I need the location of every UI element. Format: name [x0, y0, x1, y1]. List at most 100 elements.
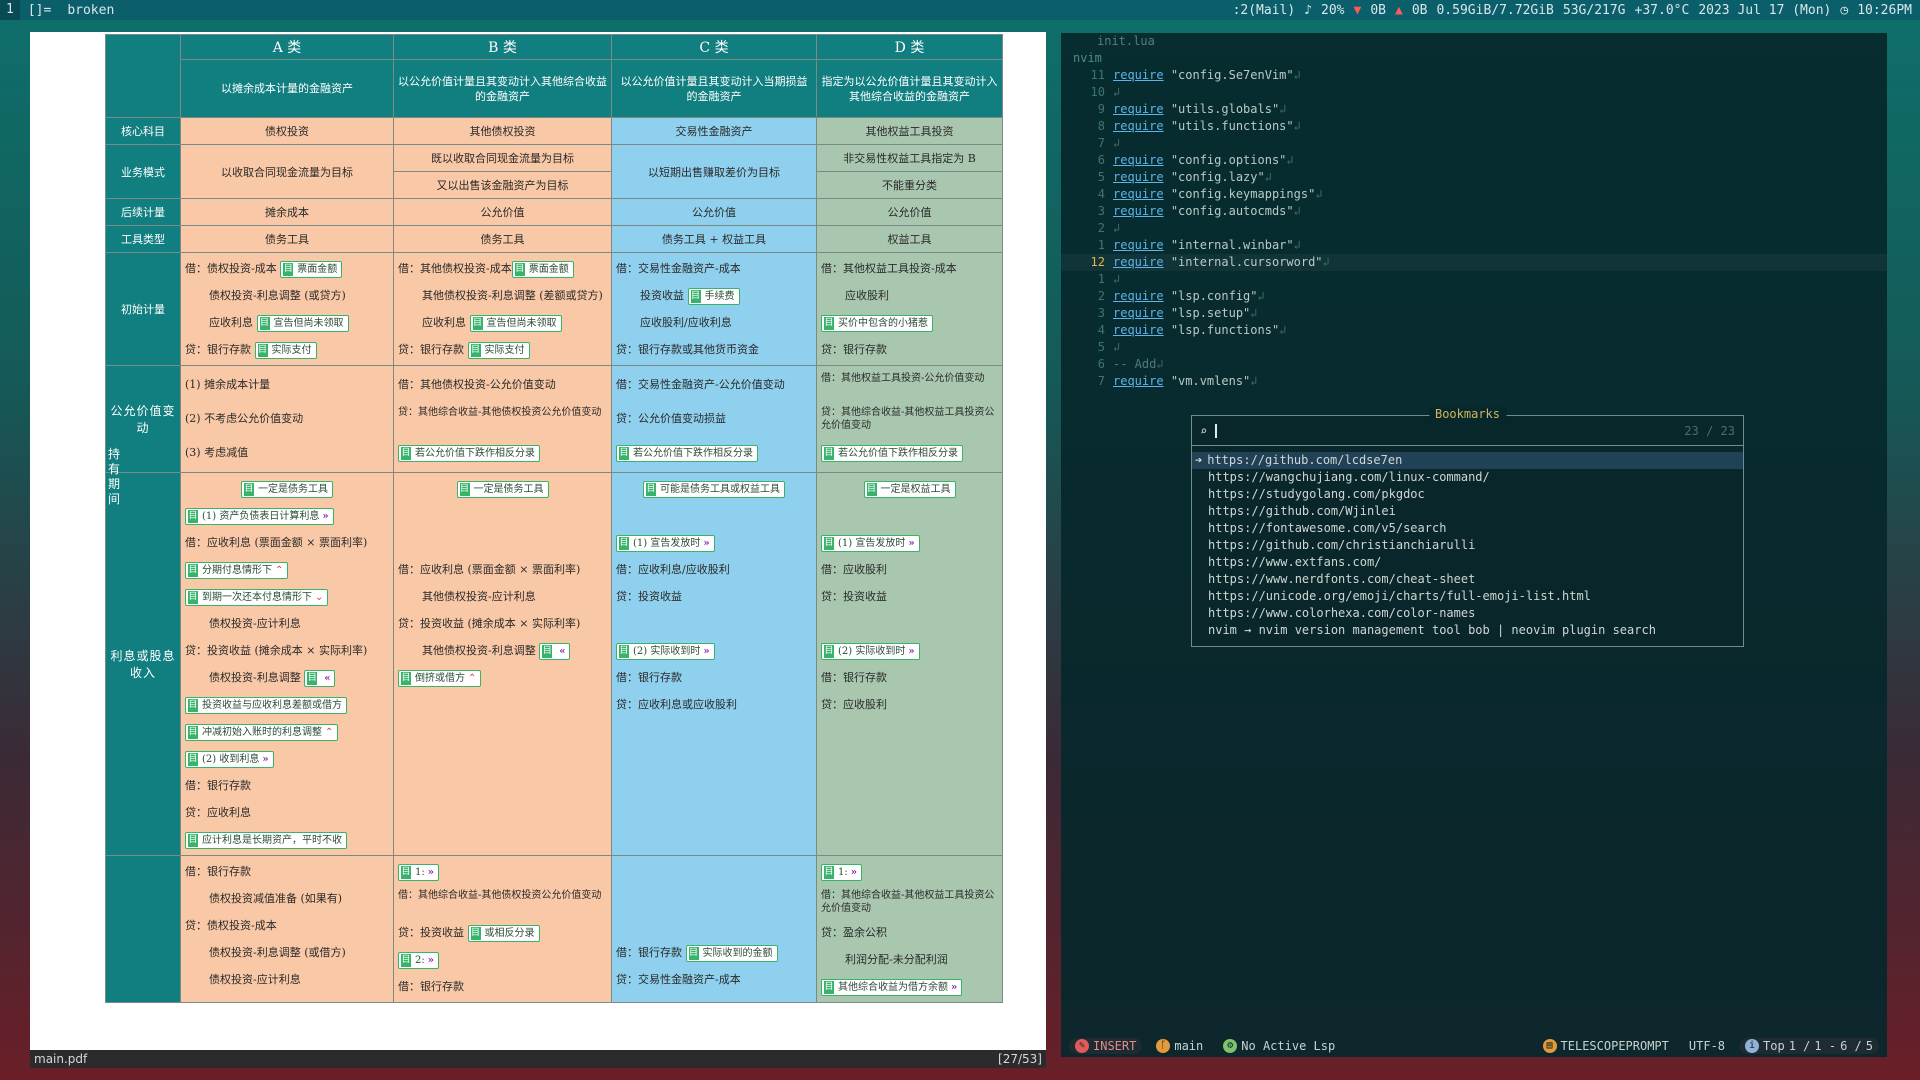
- selection-arrow-icon: ➔: [1195, 453, 1203, 467]
- note-tag: 目票面金额: [511, 260, 574, 278]
- bookmark-item[interactable]: https://github.com/Wjinlei: [1192, 503, 1743, 520]
- col-c-header: C 类: [611, 34, 817, 60]
- window-title: broken: [67, 2, 115, 18]
- note-tag: 目买价中包含的小猪惹: [821, 314, 933, 332]
- file-icon: ▤: [1542, 1039, 1557, 1053]
- encoding: UTF-8: [1688, 1039, 1726, 1053]
- pdf-filename: main.pdf: [34, 1052, 88, 1066]
- layout-indicator[interactable]: []=: [20, 3, 59, 18]
- biz-c: 以短期出售赚取差价为目标: [611, 144, 817, 199]
- biz-b2: 又以出售该金融资产为目标: [393, 171, 612, 199]
- note-tag: 目宣告但尚未领取: [256, 314, 349, 332]
- volume-level: 20%: [1321, 2, 1345, 18]
- code-line[interactable]: 6 -- Add↲: [1061, 356, 1887, 373]
- code-line[interactable]: 8 require "utils.functions"↲: [1061, 118, 1887, 135]
- bookmark-item[interactable]: https://github.com/christianchiarulli: [1192, 537, 1743, 554]
- fv-c: 借：交易性金融资产-公允价值变动 贷：公允价值变动损益 目若公允价值下跌作相反分…: [611, 365, 817, 473]
- up-arrow-icon: ▲: [1395, 2, 1403, 18]
- down-arrow-icon: ▼: [1353, 2, 1362, 18]
- telescope-title: Bookmarks: [1428, 407, 1507, 421]
- telescope-bookmarks[interactable]: Bookmarks ⌕ 23 / 23 ➔ https://github.com/…: [1191, 407, 1744, 647]
- git-branch-icon: ᚴ: [1156, 1039, 1171, 1053]
- code-line[interactable]: 2 require "lsp.config"↲: [1061, 288, 1887, 305]
- nvim-winbar-dir: nvim: [1073, 51, 1102, 65]
- biz-b1: 既以收取合同现金流量为目标: [393, 144, 612, 172]
- code-line[interactable]: 4 require "config.keymappings"↲: [1061, 186, 1887, 203]
- note-tag: 目票面金额: [280, 260, 343, 278]
- nvim-window[interactable]: init.lua nvim 11 require "config.Se7enVim…: [1061, 33, 1887, 1057]
- bookmark-item[interactable]: ➔ https://github.com/lcdse7en: [1192, 452, 1743, 469]
- code-line[interactable]: 7 require "vm.vmlens"↲: [1061, 373, 1887, 390]
- biz-d2: 不能重分类: [816, 171, 1003, 199]
- note-tag: 目实际支付: [254, 341, 317, 359]
- code-line[interactable]: 2 ↲: [1061, 220, 1887, 237]
- pdf-statusbar: main.pdf [27/53]: [30, 1050, 1046, 1068]
- note-tag: 目实际支付: [467, 341, 530, 359]
- mode-indicator: ✎ INSERT: [1069, 1038, 1143, 1054]
- line-number: 1: [1097, 238, 1105, 252]
- line-number: 6: [1097, 153, 1105, 167]
- fv-a: (1) 摊余成本计量 (2) 不考虑公允价值变动 (3) 考虑减值: [180, 365, 394, 473]
- line-number: 2: [1097, 221, 1105, 235]
- disk-usage: 53G/217G: [1562, 2, 1626, 18]
- code-line[interactable]: 1 ↲: [1061, 271, 1887, 288]
- inc-c: 目可能是债务工具或权益工具 目 (1) 宣告发放时» 借：应收利息/应收股利 贷：…: [611, 472, 817, 856]
- inc-a: 目一定是债务工具 目 (1) 资产负债表日计算利息» 借：应收利息 (票面金额 ×…: [180, 472, 394, 856]
- bookmark-item[interactable]: https://www.nerdfonts.com/cheat-sheet: [1192, 571, 1743, 588]
- bookmark-item[interactable]: https://studygolang.com/pkgdoc: [1192, 486, 1743, 503]
- accounting-table: A 类 B 类 C 类 D 类 以摊余成本计量的金融资产 以公允价值计量且其变动…: [105, 34, 1003, 1003]
- bookmark-list[interactable]: ➔ https://github.com/lcdse7en https://wang…: [1192, 446, 1743, 639]
- code-line[interactable]: 4 require "lsp.functions"↲: [1061, 322, 1887, 339]
- line-number: 12: [1090, 255, 1105, 269]
- bookmark-item[interactable]: https://unicode.org/emoji/charts/full-em…: [1192, 588, 1743, 605]
- bookmark-item[interactable]: https://www.colorhexa.com/color-names: [1192, 605, 1743, 622]
- line-number: 4: [1097, 187, 1105, 201]
- pdf-viewer[interactable]: A 类 B 类 C 类 D 类 以摊余成本计量的金融资产 以公允价值计量且其变动…: [30, 32, 1046, 1050]
- biz-d1: 非交易性权益工具指定为 B: [816, 144, 1003, 172]
- line-number: 7: [1097, 136, 1105, 150]
- note-tag: 目手续费: [687, 287, 740, 305]
- tool-a: 债务工具: [180, 225, 394, 253]
- code-line[interactable]: 6 require "config.options"↲: [1061, 152, 1887, 169]
- workspace-indicator[interactable]: 1: [0, 0, 20, 20]
- clock-icon: ◷: [1840, 2, 1849, 18]
- line-number: 6: [1097, 357, 1105, 371]
- nvim-statusline: ✎ INSERT ᚴ main ⚙ No Active Lsp ▤ TELESCOPEP…: [1069, 1037, 1879, 1055]
- fv-b: 借：其他债权投资-公允价值变动 贷：其他综合收益-其他债权投资公允价值变动 目若…: [393, 365, 612, 473]
- code-line[interactable]: 3 require "config.autocmds"↲: [1061, 203, 1887, 220]
- code-line[interactable]: 11 require "config.Se7enVim"↲: [1061, 67, 1887, 84]
- after-a: 摊余成本: [180, 198, 394, 226]
- date: 2023 Jul 17 (Mon): [1698, 2, 1832, 18]
- corner-cell: [105, 34, 181, 118]
- temperature: +37.0°C: [1634, 2, 1690, 18]
- bookmark-item[interactable]: https://fontawesome.com/v5/search: [1192, 520, 1743, 537]
- code-line[interactable]: 1 require "internal.winbar"↲: [1061, 237, 1887, 254]
- code-line[interactable]: 12 require "internal.cursorword"↲: [1061, 254, 1887, 271]
- biz-a: 以收取合同现金流量为目标: [180, 144, 394, 199]
- lsp-status: ⚙ No Active Lsp: [1217, 1038, 1341, 1054]
- code-line[interactable]: 10 ↲: [1061, 84, 1887, 101]
- mail-indicator[interactable]: :2(Mail): [1233, 3, 1296, 18]
- last-a: 借：银行存款 债权投资减值准备 (如果有) 贷：债权投资-成本 债权投资-利息调…: [180, 855, 394, 1003]
- core-d: 其他权益工具投资: [816, 117, 1003, 145]
- line-number: 3: [1097, 306, 1105, 320]
- bookmark-item[interactable]: https://www.extfans.com/: [1192, 554, 1743, 571]
- inc-d: 目一定是权益工具 目 (1) 宣告发放时» 借：应收股利 贷：投资收益 目 (2) …: [816, 472, 1003, 856]
- note-tag: 目若公允价值下跌作相反分录: [616, 444, 758, 462]
- col-a-desc: 以摊余成本计量的金融资产: [180, 59, 394, 118]
- code-line[interactable]: 9 require "utils.globals"↲: [1061, 101, 1887, 118]
- col-b-desc: 以公允价值计量且其变动计入其他综合收益的金融资产: [393, 59, 612, 118]
- col-d-desc: 指定为以公允价值计量且其变动计入其他综合收益的金融资产: [816, 59, 1003, 118]
- code-buffer[interactable]: 11 require "config.Se7enVim"↲ 10 ↲ 9 require …: [1061, 67, 1887, 390]
- note-tag: 目若公允价值下跌作相反分录: [821, 444, 963, 462]
- nvim-tabline[interactable]: init.lua: [1061, 33, 1887, 50]
- code-line[interactable]: 7 ↲: [1061, 135, 1887, 152]
- code-line[interactable]: 3 require "lsp.setup"↲: [1061, 305, 1887, 322]
- code-line[interactable]: 5 ↲: [1061, 339, 1887, 356]
- top-bar: 1 []= broken :2(Mail) ♪ 20% ▼ 0B ▲ 0B 0.…: [0, 0, 1920, 20]
- bookmark-item[interactable]: nvim → nvim version management tool bob …: [1192, 622, 1743, 639]
- bookmark-item[interactable]: https://wangchujiang.com/linux-command/: [1192, 469, 1743, 486]
- hold-period-label: 持有期间: [107, 447, 120, 506]
- code-line[interactable]: 5 require "config.lazy"↲: [1061, 169, 1887, 186]
- volume-icon[interactable]: ♪: [1304, 3, 1312, 18]
